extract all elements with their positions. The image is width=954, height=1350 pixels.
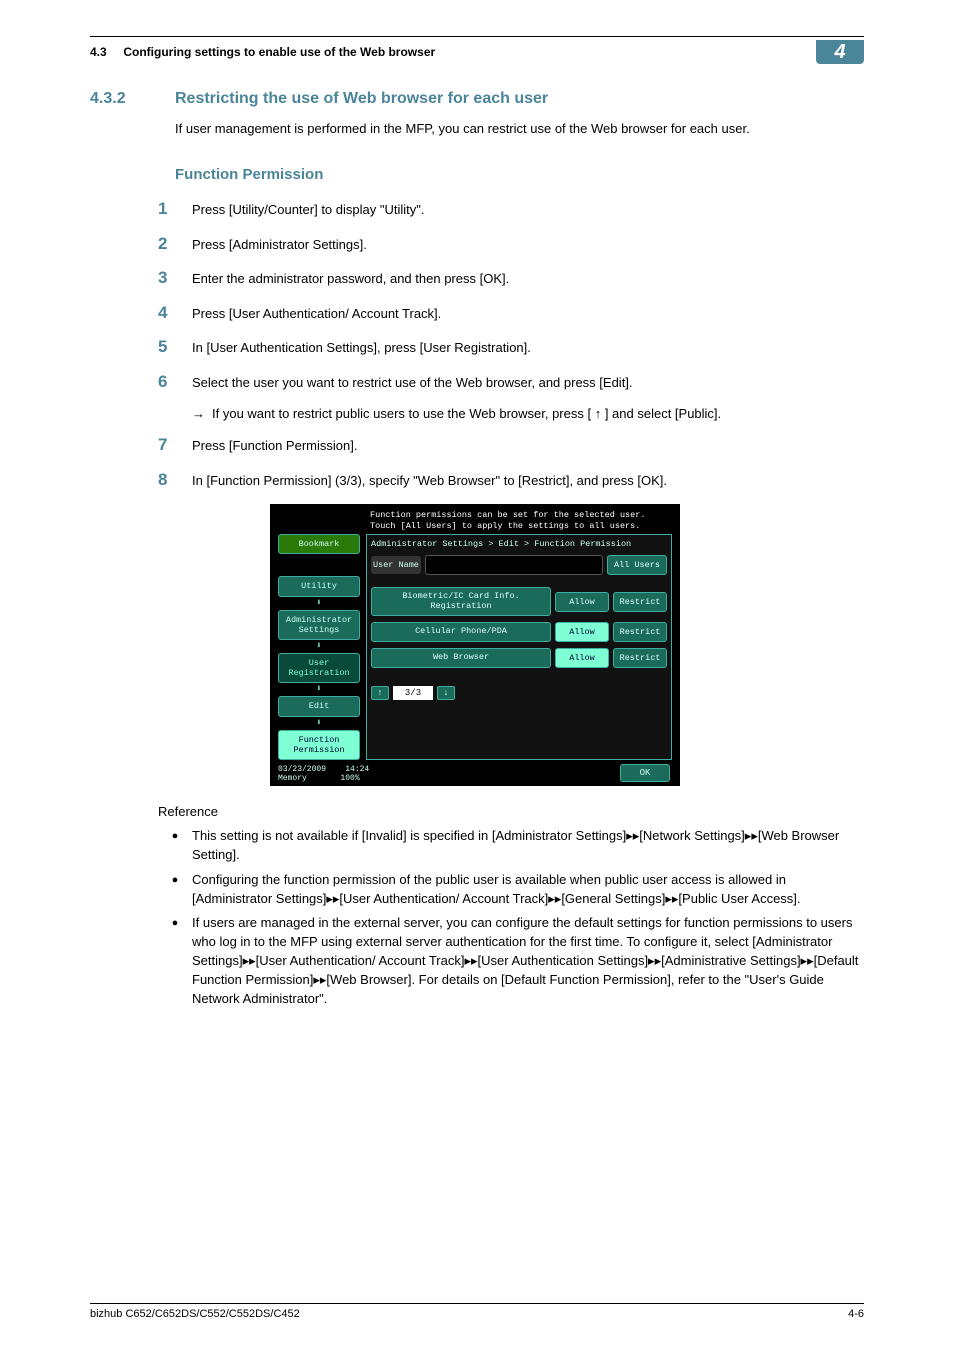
step-3: 3Enter the administrator password, and t… <box>158 268 864 289</box>
chevron-down-icon: ⬇ <box>278 719 360 728</box>
all-users-button[interactable]: All Users <box>607 555 667 575</box>
footer-left: 03/23/2009 14:24 Memory 100% <box>278 765 369 783</box>
header-rule <box>90 36 864 37</box>
chevron-down-icon: ⬇ <box>278 685 360 694</box>
page-down-button[interactable]: ↓ <box>437 686 455 700</box>
perm-row-biometric: Biometric/IC Card Info. Registration All… <box>371 587 667 616</box>
panel-main: Administrator Settings > Edit > Function… <box>366 534 672 760</box>
step-8: 8In [Function Permission] (3/3), specify… <box>158 470 864 491</box>
page-up-button[interactable]: ↑ <box>371 686 389 700</box>
date-value: 03/23/2009 <box>278 765 326 774</box>
step-num: 8 <box>158 470 192 490</box>
page-indicator: 3/3 <box>393 686 433 700</box>
restrict-button[interactable]: Restrict <box>613 622 667 642</box>
perm-row-webbrowser: Web Browser Allow Restrict <box>371 648 667 668</box>
bullet-icon: ● <box>158 914 192 1008</box>
reference-text: Configuring the function permission of t… <box>192 871 864 909</box>
subheading: Function Permission <box>175 166 864 183</box>
panel-footer: 03/23/2009 14:24 Memory 100% OK <box>270 762 680 786</box>
running-head: 4.3 Configuring settings to enable use o… <box>90 45 435 59</box>
step-text: Select the user you want to restrict use… <box>192 373 864 393</box>
panel-hint: Function permissions can be set for the … <box>270 504 680 534</box>
step-5: 5In [User Authentication Settings], pres… <box>158 337 864 358</box>
hint-line1: Function permissions can be set for the … <box>370 510 645 520</box>
section-title: Restricting the use of Web browser for e… <box>175 90 864 108</box>
perm-label: Web Browser <box>371 648 551 667</box>
page-footer: bizhub C652/C652DS/C552/C552DS/C452 4-6 <box>90 1303 864 1320</box>
footer-pagenum: 4-6 <box>848 1308 864 1320</box>
edit-button[interactable]: Edit <box>278 696 360 716</box>
restrict-button[interactable]: Restrict <box>613 592 667 612</box>
section-number: 4.3.2 <box>90 90 126 108</box>
func-perm-button[interactable]: Function Permission <box>278 730 360 760</box>
panel-sidebar: Bookmark Utility ⬇ Administrator Setting… <box>278 534 360 760</box>
perm-row-cellular: Cellular Phone/PDA Allow Restrict <box>371 622 667 642</box>
step-num: 2 <box>158 234 192 254</box>
page-header: 4.3 Configuring settings to enable use o… <box>90 40 864 64</box>
section-intro: If user management is performed in the M… <box>175 120 864 138</box>
footer-model: bizhub C652/C652DS/C552/C552DS/C452 <box>90 1308 300 1320</box>
bookmark-button[interactable]: Bookmark <box>278 534 360 554</box>
step-num: 5 <box>158 337 192 357</box>
allow-button[interactable]: Allow <box>555 648 609 668</box>
step-text: Press [Administrator Settings]. <box>192 235 864 255</box>
allow-button[interactable]: Allow <box>555 592 609 612</box>
admin-settings-button[interactable]: Administrator Settings <box>278 610 360 640</box>
step-text: Press [Function Permission]. <box>192 436 864 456</box>
perm-label: Cellular Phone/PDA <box>371 622 551 641</box>
step-6: 6Select the user you want to restrict us… <box>158 372 864 393</box>
step-text: Enter the administrator password, and th… <box>192 269 864 289</box>
pager: ↑ 3/3 ↓ <box>371 686 667 700</box>
chapter-badge: 4 <box>816 40 864 64</box>
ok-button[interactable]: OK <box>620 764 670 782</box>
running-section-title: Configuring settings to enable use of th… <box>123 45 435 59</box>
username-row: User Name All Users <box>371 555 667 575</box>
chevron-down-icon: ⬇ <box>278 642 360 651</box>
step-text: In [Function Permission] (3/3), specify … <box>192 471 864 491</box>
step-2: 2Press [Administrator Settings]. <box>158 234 864 255</box>
user-reg-button[interactable]: User Registration <box>278 653 360 683</box>
step-6-sub: →If you want to restrict public users to… <box>192 406 864 421</box>
mfp-panel: Function permissions can be set for the … <box>270 504 680 786</box>
step-num: 7 <box>158 435 192 455</box>
panel-body: Bookmark Utility ⬇ Administrator Setting… <box>270 534 680 762</box>
running-section-num: 4.3 <box>90 45 107 59</box>
allow-button[interactable]: Allow <box>555 622 609 642</box>
screenshot: Function permissions can be set for the … <box>270 504 864 786</box>
perm-label: Biometric/IC Card Info. Registration <box>371 587 551 616</box>
hint-line2: Touch [All Users] to apply the settings … <box>370 521 640 531</box>
step-num: 3 <box>158 268 192 288</box>
reference-item: ●This setting is not available if [Inval… <box>158 827 864 865</box>
username-value <box>425 555 603 575</box>
restrict-button[interactable]: Restrict <box>613 648 667 668</box>
step-text: Press [Utility/Counter] to display "Util… <box>192 200 864 220</box>
reference-item: ●Configuring the function permission of … <box>158 871 864 909</box>
time-value: 14:24 <box>345 765 369 774</box>
reference-text: This setting is not available if [Invali… <box>192 827 864 865</box>
username-label: User Name <box>371 556 421 574</box>
breadcrumb: Administrator Settings > Edit > Function… <box>371 539 667 549</box>
memory-value: 100% <box>340 774 359 783</box>
step-num: 4 <box>158 303 192 323</box>
content-area: 4.3.2 Restricting the use of Web browser… <box>90 80 864 1015</box>
step-text: Press [User Authentication/ Account Trac… <box>192 304 864 324</box>
reference-text: If users are managed in the external ser… <box>192 914 864 1008</box>
arrow-icon: → <box>192 406 212 421</box>
reference-list: ●This setting is not available if [Inval… <box>158 827 864 1009</box>
reference-title: Reference <box>158 804 864 819</box>
step-num: 6 <box>158 372 192 392</box>
step-num: 1 <box>158 199 192 219</box>
step-1: 1Press [Utility/Counter] to display "Uti… <box>158 199 864 220</box>
step-text: In [User Authentication Settings], press… <box>192 338 864 358</box>
utility-button[interactable]: Utility <box>278 576 360 596</box>
reference-item: ●If users are managed in the external se… <box>158 914 864 1008</box>
chevron-down-icon: ⬇ <box>278 599 360 608</box>
memory-label: Memory <box>278 774 307 783</box>
step-4: 4Press [User Authentication/ Account Tra… <box>158 303 864 324</box>
bullet-icon: ● <box>158 827 192 865</box>
step-sub-text: If you want to restrict public users to … <box>212 406 721 421</box>
bullet-icon: ● <box>158 871 192 909</box>
step-7: 7Press [Function Permission]. <box>158 435 864 456</box>
